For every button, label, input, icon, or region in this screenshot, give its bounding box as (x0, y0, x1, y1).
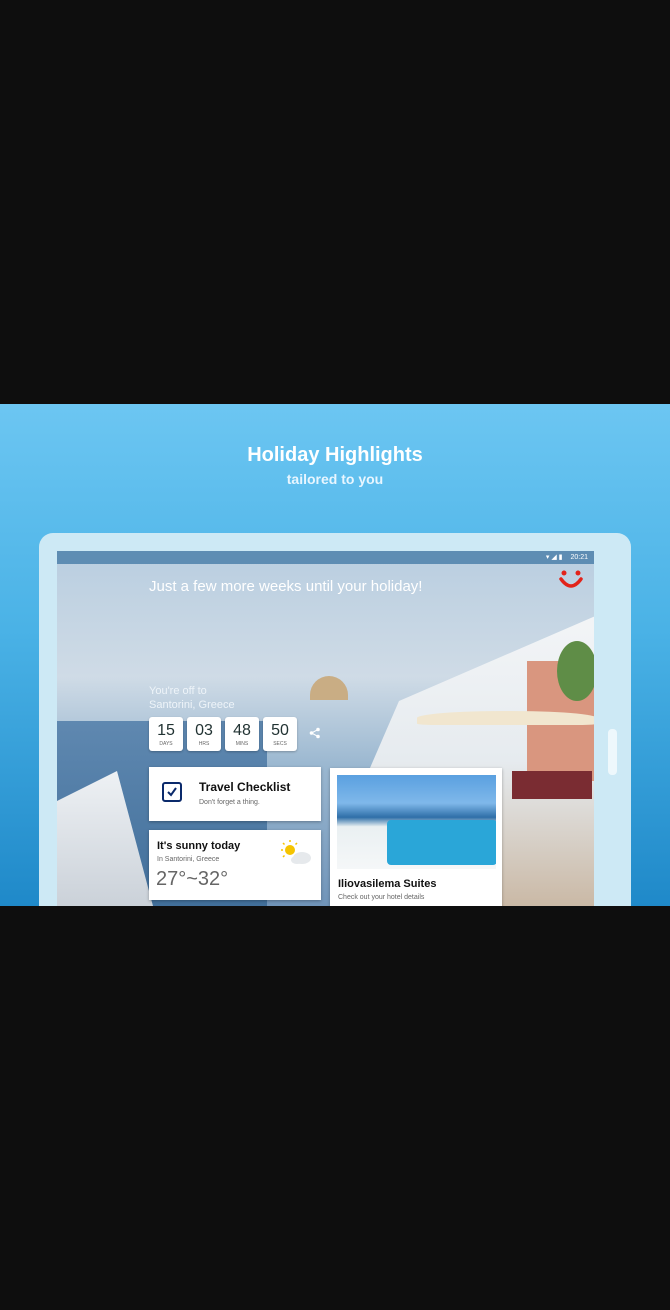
sun-cloud-icon (281, 840, 311, 864)
trip-info: You're off to Santorini, Greece (149, 684, 235, 712)
countdown-hours: 03 HRS (187, 717, 221, 751)
terrace-railing (512, 771, 592, 799)
checklist-subtitle: Don't forget a thing. (199, 799, 260, 806)
destination-label: Santorini, Greece (149, 699, 235, 711)
status-time: 20:21 (570, 554, 588, 561)
umbrella (417, 711, 594, 725)
countdown-unit: HRS (198, 741, 210, 747)
tui-logo-icon (559, 570, 583, 588)
hero-tagline: Just a few more weeks until your holiday… (149, 578, 423, 595)
countdown-days: 15 DAYS (149, 717, 183, 751)
hotel-card[interactable]: Iliovasilema Suites Check out your hotel… (330, 768, 502, 906)
checkbox-icon (162, 782, 182, 802)
weather-location: In Santorini, Greece (157, 856, 220, 863)
countdown-unit: SECS (273, 741, 287, 747)
countdown-value: 50 (271, 722, 289, 739)
checkmark-icon (167, 787, 177, 797)
promo-subtitle: tailored to you (286, 471, 384, 487)
tree (557, 641, 594, 701)
hotel-subtitle: Check out your hotel details (338, 894, 425, 901)
share-icon[interactable] (309, 727, 321, 739)
status-bar: ▾ ◢ ▮ 20:21 (57, 551, 594, 564)
countdown-secs: 50 SECS (263, 717, 297, 751)
hotel-image (337, 775, 496, 869)
status-icons: ▾ ◢ ▮ (545, 554, 565, 561)
church-dome (310, 676, 348, 700)
weather-card[interactable]: It's sunny today In Santorini, Greece 27… (149, 830, 321, 900)
countdown-unit: MINS (235, 741, 249, 747)
weather-temperature: 27°~32° (156, 868, 229, 890)
promo-banner: Holiday Highlights tailored to you ▾ ◢ ▮… (0, 404, 670, 906)
countdown-mins: 48 MINS (225, 717, 259, 751)
countdown-unit: DAYS (159, 741, 173, 747)
weather-title: It's sunny today (157, 840, 241, 852)
tablet-screen: ▾ ◢ ▮ 20:21 Just a few more weeks until … (57, 551, 594, 906)
countdown-value: 48 (233, 722, 251, 739)
tablet-home-button (608, 729, 617, 775)
countdown-value: 03 (195, 722, 213, 739)
travel-checklist-card[interactable]: Travel Checklist Don't forget a thing. (149, 767, 321, 821)
countdown-value: 15 (157, 722, 175, 739)
checklist-title: Travel Checklist (199, 780, 291, 794)
promo-title: Holiday Highlights (247, 444, 423, 466)
pool (387, 820, 496, 865)
hotel-name: Iliovasilema Suites (338, 878, 437, 890)
off-to-label: You're off to (149, 685, 207, 697)
